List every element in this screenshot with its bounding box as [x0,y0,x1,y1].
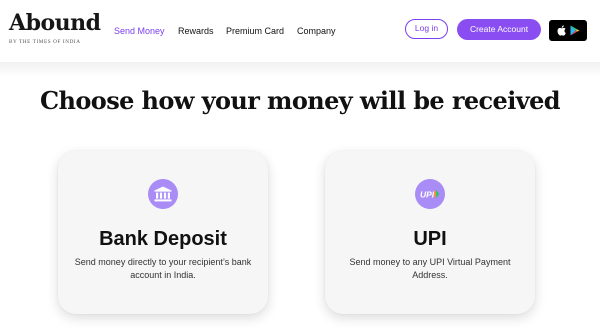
top-navigation-bar: Abound BY THE TIMES OF INDIA Send Money … [0,0,600,62]
logo-tagline: BY THE TIMES OF INDIA [9,39,81,45]
apple-icon[interactable] [557,25,566,36]
upi-icon-text: UPI [420,190,435,200]
upi-icon: UPI [415,179,445,209]
login-button[interactable]: Log in [405,19,448,39]
bank-deposit-description: Send money directly to your recipient’s … [74,257,252,280]
logo-wordmark: Abound [9,10,101,36]
upi-description: Send money to any UPI Virtual Payment Ad… [349,257,511,280]
upi-title: UPI [413,228,447,250]
abound-logo[interactable]: Abound BY THE TIMES OF INDIA [9,12,101,45]
bank-icon [148,179,178,209]
bank-deposit-title: Bank Deposit [99,228,227,250]
nav-link-rewards[interactable]: Rewards [178,25,214,37]
app-store-links-button[interactable] [549,20,587,41]
header-shadow [0,62,600,76]
bank-deposit-option-card[interactable]: Bank Deposit Send money directly to your… [58,151,268,314]
upi-option-card[interactable]: UPI UPI Send money to any UPI Virtual Pa… [325,151,535,314]
nav-link-company[interactable]: Company [297,25,336,37]
page: Abound BY THE TIMES OF INDIA Send Money … [0,0,600,333]
google-play-icon[interactable] [570,25,580,36]
create-account-button[interactable]: Create Account [457,19,541,40]
page-heading: Choose how your money will be received [40,86,560,115]
nav-link-send-money[interactable]: Send Money [114,25,165,37]
nav-link-premium-card[interactable]: Premium Card [226,25,284,37]
